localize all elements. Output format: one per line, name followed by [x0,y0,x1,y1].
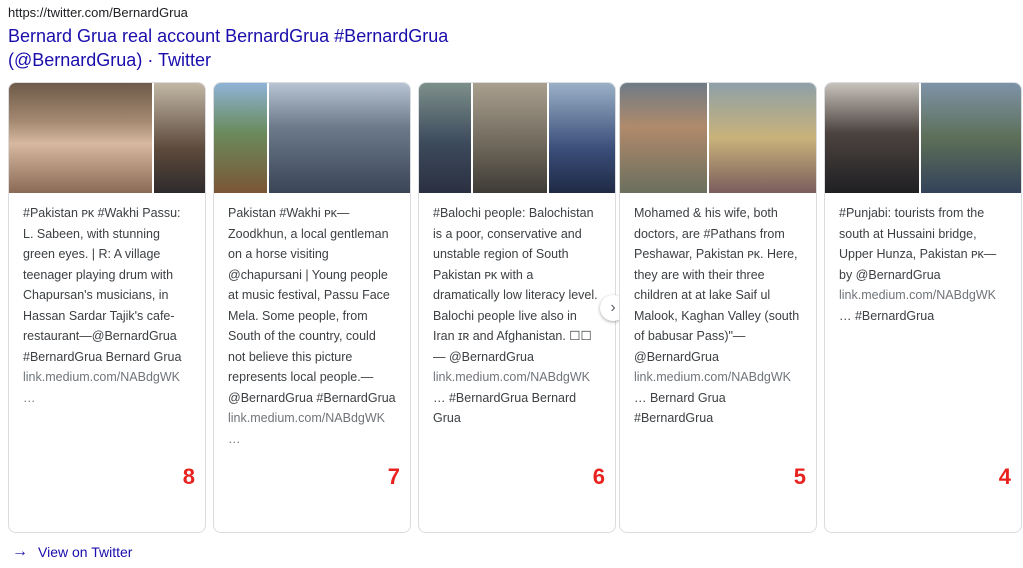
tweet-image [9,83,152,193]
tweet-text: #Balochi people: Balochistan is a poor, … [433,206,598,364]
tweet-image [214,83,268,193]
tweet-image [269,83,410,193]
tweet-image [825,83,920,193]
tweet-text-block: Mohamed & his wife, both doctors, are #P… [620,193,816,429]
tweet-card[interactable]: Pakistan #Wakhi ᴘᴋ— Zoodkhun, a local ge… [213,82,411,533]
result-title-link[interactable]: Bernard Grua real account BernardGrua #B… [8,24,568,72]
view-on-twitter-label: View on Twitter [38,544,133,560]
tweet-text-tail: … #BernardGrua Bernard Grua [433,390,577,426]
tweet-card[interactable]: #Pakistan ᴘᴋ #Wakhi Passu: L. Sabeen, wi… [8,82,206,533]
tweet-card[interactable]: #Balochi people: Balochistan is a poor, … [418,82,616,533]
tweet-image [709,83,816,193]
tweet-images [9,83,205,193]
tweet-text-tail: … Bernard Grua #BernardGrua [634,390,726,426]
tweet-image [153,83,205,193]
tweet-text-block: Pakistan #Wakhi ᴘᴋ— Zoodkhun, a local ge… [214,193,410,449]
tweet-link[interactable]: link.medium.com/NABdgWK [433,370,590,384]
tweet-image [921,83,1021,193]
card-number: 6 [592,464,605,489]
tweet-images [419,83,615,193]
tweet-images [214,83,410,193]
tweet-text-block: #Punjabi: tourists from the south at Hus… [825,193,1021,326]
tweet-text-tail: … #BernardGrua [839,308,935,323]
tweet-card[interactable]: Mohamed & his wife, both doctors, are #P… [619,82,817,533]
tweet-text: #Pakistan ᴘᴋ #Wakhi Passu: L. Sabeen, wi… [23,206,182,364]
tweet-card[interactable]: #Punjabi: tourists from the south at Hus… [824,82,1022,533]
tweet-text: #Punjabi: tourists from the south at Hus… [839,206,997,282]
tweet-text-block: #Pakistan ᴘᴋ #Wakhi Passu: L. Sabeen, wi… [9,193,205,408]
card-number: 4 [998,464,1011,489]
tweet-link[interactable]: link.medium.com/NABdgWK [634,370,791,384]
arrow-right-icon: → [12,543,28,560]
chevron-right-icon: › [610,299,616,316]
tweet-text-block: #Balochi people: Balochistan is a poor, … [419,193,615,429]
tweet-link[interactable]: link.medium.com/NABdgWK … [23,370,180,405]
result-url[interactable]: https://twitter.com/BernardGrua [8,5,188,20]
tweet-image [549,83,615,193]
view-on-twitter-link[interactable]: → View on Twitter [12,543,132,561]
card-number: 7 [387,464,400,489]
card-number: 5 [793,464,806,489]
tweet-images [620,83,816,193]
tweet-images [825,83,1021,193]
tweet-link[interactable]: link.medium.com/NABdgWK [839,288,996,302]
tweet-text: Mohamed & his wife, both doctors, are #P… [634,206,800,364]
tweet-link[interactable]: link.medium.com/NABdgWK … [228,411,385,446]
card-number: 8 [182,464,195,489]
tweet-image [620,83,708,193]
tweet-image [419,83,471,193]
tweet-text: Pakistan #Wakhi ᴘᴋ— Zoodkhun, a local ge… [228,206,396,405]
tweet-image [473,83,547,193]
